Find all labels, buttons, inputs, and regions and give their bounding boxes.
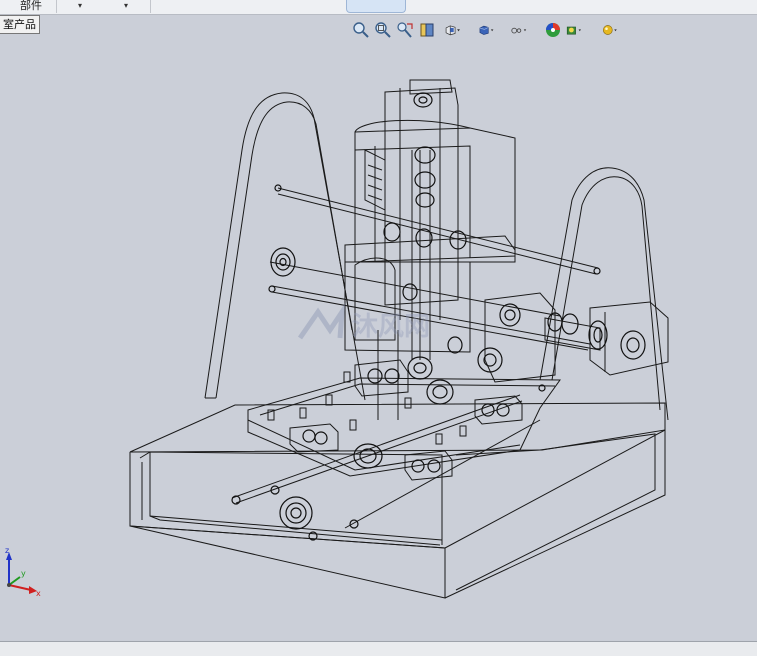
right-side-plate (539, 167, 669, 421)
watermark: 沐风网 (297, 302, 430, 342)
watermark-text: 沐风网 (352, 312, 430, 342)
status-bar (0, 641, 757, 656)
locating-pins (267, 371, 467, 445)
triad-z-label: z (5, 546, 9, 555)
cad-model-wireframe[interactable]: z y x 沐风网 (0, 0, 757, 655)
coordinate-triad: z y x (5, 546, 41, 598)
triad-x-label: x (36, 589, 41, 598)
left-side-plate (204, 92, 366, 401)
triad-y-label: y (21, 569, 26, 578)
base-box (129, 402, 666, 599)
x-axis-drive (484, 292, 669, 383)
